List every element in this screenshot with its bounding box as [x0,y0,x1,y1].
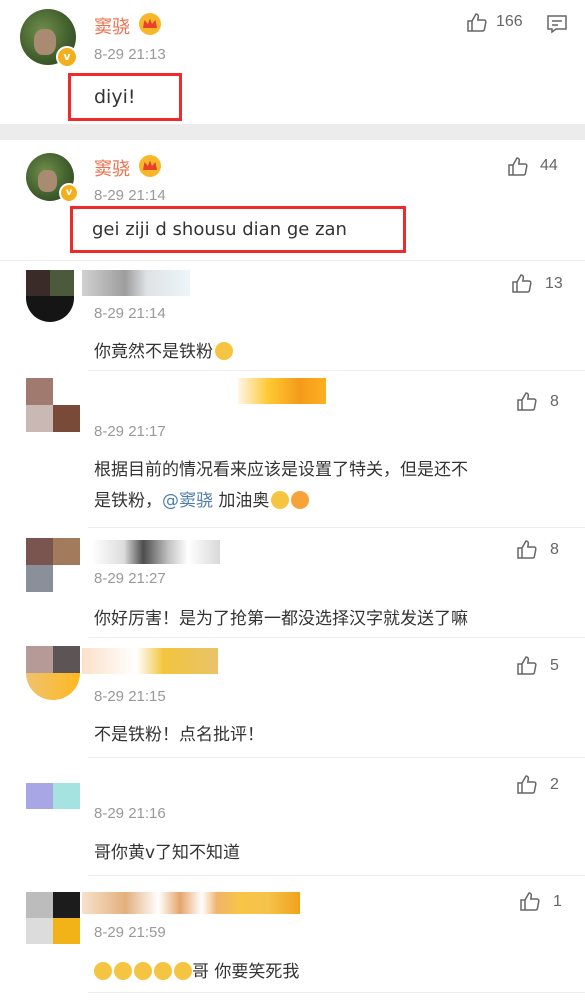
like-count: 1 [553,893,562,910]
thumb-up-icon[interactable] [506,155,530,179]
avatar[interactable] [26,783,80,809]
reply-text-part: 是铁粉， [94,491,162,511]
blurred-username [82,892,300,914]
reply-text: 不是铁粉！点名批评！ [94,725,264,745]
reply-time: 8-29 21:17 [94,423,166,440]
thumb-up-icon[interactable] [515,654,539,678]
reply-time: 8-29 21:16 [94,805,166,822]
crown-badge-icon [138,12,162,36]
avatar[interactable] [26,378,80,432]
divider [88,875,585,876]
avatar[interactable] [26,892,80,944]
thumb-up-icon[interactable] [518,890,542,914]
reply-text: 你竟然不是铁粉 [94,337,233,362]
post-text: diyi! [94,86,136,108]
thumb-up-icon[interactable] [465,11,489,35]
verified-v-icon: v [59,183,79,203]
laugh-cry-emoji-icon [154,962,172,980]
reply-time: 8-29 21:27 [94,570,166,587]
reply-time: 8-29 21:14 [94,305,166,322]
blurred-username [82,270,190,296]
avatar[interactable] [26,538,80,592]
crown-badge-icon [138,154,162,178]
like-count: 8 [550,541,559,558]
avatar[interactable] [26,646,80,700]
thumb-up-icon[interactable] [510,272,534,296]
divider [88,992,585,993]
laugh-emoji-icon [215,342,233,360]
reply-text-line2: 是铁粉，@窦骁 加油奥 [94,486,310,511]
reply-text-line1: 根据目前的情况看来应该是设置了特关，但是还不 [94,460,468,480]
laugh-cry-emoji-icon [114,962,132,980]
like-count: 13 [545,275,563,292]
post-time: 8-29 21:13 [94,46,166,63]
divider [88,527,585,528]
thumb-up-icon[interactable] [515,773,539,797]
reply-text: gei ziji d shousu dian ge zan [92,219,347,240]
reply-time: 8-29 21:14 [94,187,166,204]
reply-time: 8-29 21:59 [94,924,166,941]
like-count: 5 [550,657,559,674]
avatar[interactable] [26,270,74,322]
like-count: 2 [550,776,559,793]
reply-text: 哥 你要笑死我 [94,957,299,982]
like-count: 8 [550,393,559,410]
thumb-up-icon[interactable] [515,538,539,562]
laugh-emoji-icon [271,491,290,509]
divider [0,260,585,261]
reply-text: 哥你黄v了知不知道 [94,843,241,863]
reply-text-content: 你竟然不是铁粉 [94,342,213,362]
cheer-emoji-icon [291,491,310,509]
blurred-username [92,540,220,564]
divider [88,370,585,371]
like-count: 166 [496,13,523,30]
section-separator [0,124,585,140]
divider [88,637,585,638]
thumb-up-icon[interactable] [515,390,539,414]
reply-time: 8-29 21:15 [94,688,166,705]
reply-text-part: 加油奥 [213,491,270,511]
reply-text: 你好厉害！是为了抢第一都没选择汉字就发送了嘛 [94,609,468,629]
blurred-username [238,378,326,404]
divider [88,757,585,758]
mention-link[interactable]: @窦骁 [162,491,213,511]
laugh-cry-emoji-icon [174,962,192,980]
reply-text-content: 哥 你要笑死我 [192,962,300,982]
comment-icon[interactable] [545,12,569,36]
blurred-username [82,648,218,674]
author-name[interactable]: 窦骁 [94,155,130,181]
laugh-cry-emoji-icon [134,962,152,980]
author-name[interactable]: 窦骁 [94,13,130,39]
like-count: 44 [540,157,558,174]
laugh-cry-emoji-icon [94,962,112,980]
verified-v-icon: v [56,46,78,68]
